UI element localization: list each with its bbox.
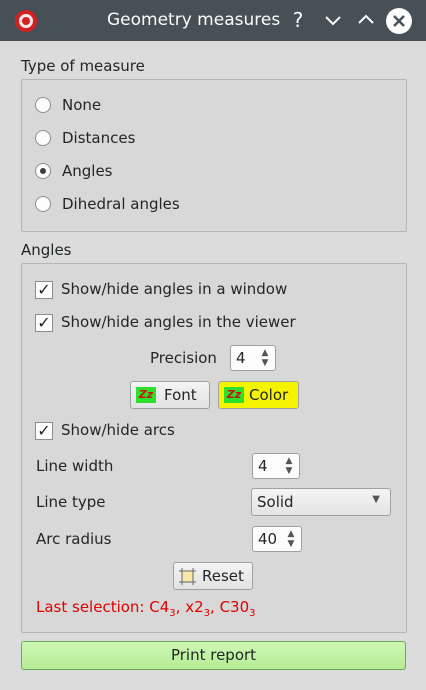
last-selection-status: Last selection: C43, x23, C303 — [36, 598, 256, 619]
radio-dihedral-indicator[interactable] — [35, 196, 51, 212]
angles-group-title: Angles — [21, 241, 72, 259]
selection-item-subscript: 3 — [249, 608, 256, 619]
radio-angles-label: Angles — [62, 162, 113, 180]
maximize-icon[interactable] — [354, 8, 378, 32]
line-width-value: 4 — [258, 457, 268, 475]
spin-down-icon[interactable]: ▼ — [285, 539, 297, 549]
selection-item: x2 — [185, 598, 204, 616]
checkbox-show-viewer-box[interactable]: ✓ — [35, 314, 53, 332]
measure-group-title: Type of measure — [21, 57, 145, 75]
font-icon: Zz — [136, 387, 156, 403]
close-icon[interactable] — [386, 8, 412, 34]
spin-up-icon[interactable]: ▲ — [259, 348, 271, 358]
arc-radius-label: Arc radius — [36, 530, 112, 548]
spin-up-icon[interactable]: ▲ — [283, 456, 295, 466]
selection-item: C4 — [149, 598, 170, 616]
last-selection-prefix: Last selection: — [36, 598, 150, 616]
radio-distances-label: Distances — [62, 129, 136, 147]
font-button-label: Font — [164, 386, 197, 404]
app-gear-icon[interactable] — [14, 9, 38, 33]
reset-icon — [179, 568, 196, 585]
radio-dihedral-label: Dihedral angles — [62, 195, 180, 213]
reset-button-label: Reset — [202, 567, 244, 585]
precision-value: 4 — [236, 349, 246, 367]
print-report-button[interactable]: Print report — [21, 641, 406, 670]
line-width-label: Line width — [36, 457, 114, 475]
line-width-spinbox[interactable]: 4 ▲ ▼ — [252, 453, 300, 479]
color-icon: Zz — [224, 387, 244, 403]
precision-label: Precision — [150, 349, 217, 367]
radio-none-label: None — [62, 96, 102, 114]
precision-spinbox[interactable]: 4 ▲ ▼ — [230, 345, 276, 371]
selection-separator: , — [210, 598, 220, 616]
selection-separator: , — [175, 598, 186, 616]
spin-down-icon[interactable]: ▼ — [259, 358, 271, 368]
radio-distances-indicator[interactable] — [35, 130, 51, 146]
spin-down-icon[interactable]: ▼ — [283, 466, 295, 476]
radio-none-indicator[interactable] — [35, 97, 51, 113]
checkbox-show-viewer-label: Show/hide angles in the viewer — [61, 313, 296, 331]
minimize-icon[interactable] — [321, 8, 345, 32]
chevron-down-icon: ▼ — [372, 494, 380, 505]
line-type-value: Solid — [257, 493, 294, 511]
help-icon[interactable]: ? — [286, 8, 310, 32]
title-bar: Geometry measures ? — [0, 0, 426, 41]
window-title: Geometry measures — [107, 10, 281, 30]
radio-angles-indicator[interactable] — [35, 163, 51, 179]
checkbox-show-window-box[interactable]: ✓ — [35, 281, 53, 299]
font-button[interactable]: Zz Font — [130, 381, 210, 409]
selection-item: C30 — [219, 598, 250, 616]
color-button[interactable]: Zz Color — [218, 381, 299, 409]
line-type-combobox[interactable]: Solid ▼ — [251, 488, 391, 516]
checkbox-show-window-label: Show/hide angles in a window — [61, 280, 288, 298]
checkbox-show-arcs-box[interactable]: ✓ — [35, 422, 53, 440]
arc-radius-value: 40 — [258, 530, 278, 548]
arc-radius-spinbox[interactable]: 40 ▲ ▼ — [252, 526, 302, 552]
checkbox-show-arcs-label: Show/hide arcs — [61, 421, 175, 439]
color-button-label: Color — [249, 386, 289, 404]
line-type-label: Line type — [36, 493, 106, 511]
reset-button[interactable]: Reset — [173, 562, 253, 590]
spin-up-icon[interactable]: ▲ — [285, 529, 297, 539]
